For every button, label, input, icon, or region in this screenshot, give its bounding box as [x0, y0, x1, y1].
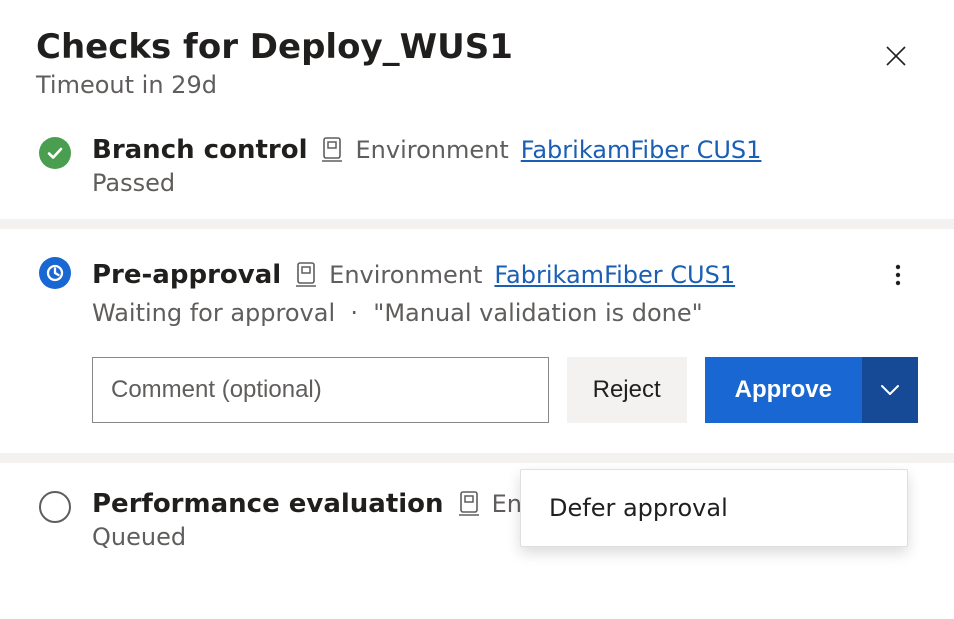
environment-label: Environment: [329, 261, 482, 289]
separator: [0, 219, 954, 229]
environment-icon: [321, 137, 343, 163]
check-message: "Manual validation is done": [373, 299, 702, 327]
defer-approval-item[interactable]: Defer approval: [521, 480, 907, 536]
reject-button[interactable]: Reject: [567, 357, 687, 423]
approve-dropdown-menu: Defer approval: [520, 469, 908, 547]
check-name: Branch control: [92, 135, 307, 165]
close-icon: [885, 45, 907, 67]
separator: [0, 453, 954, 463]
approve-dropdown-button[interactable]: [862, 357, 918, 423]
status-passed-icon: [39, 137, 71, 169]
more-vertical-icon: [895, 264, 901, 286]
check-item: Branch control Environment FabrikamFiber…: [0, 109, 954, 219]
check-status-text: Waiting for approval: [92, 299, 335, 327]
page-title: Checks for Deploy_WUS1: [36, 28, 513, 67]
environment-link[interactable]: FabrikamFiber CUS1: [521, 136, 762, 164]
approve-button[interactable]: Approve: [705, 357, 862, 423]
status-waiting-icon: [39, 257, 71, 289]
environment-icon: [458, 491, 480, 517]
check-item: Pre-approval Environment FabrikamFiber C…: [0, 229, 954, 453]
environment-label: Environment: [355, 136, 508, 164]
more-actions-button[interactable]: [878, 255, 918, 295]
chevron-down-icon: [880, 384, 900, 396]
timeout-text: Timeout in 29d: [36, 71, 513, 99]
status-queued-icon: [39, 491, 71, 523]
environment-link[interactable]: FabrikamFiber CUS1: [494, 261, 735, 289]
close-button[interactable]: [874, 34, 918, 78]
check-name: Performance evaluation: [92, 489, 444, 519]
check-name: Pre-approval: [92, 260, 281, 290]
check-status-text: Passed: [92, 169, 175, 197]
check-status-text: Queued: [92, 523, 186, 551]
comment-input[interactable]: [92, 357, 549, 423]
environment-icon: [295, 262, 317, 288]
